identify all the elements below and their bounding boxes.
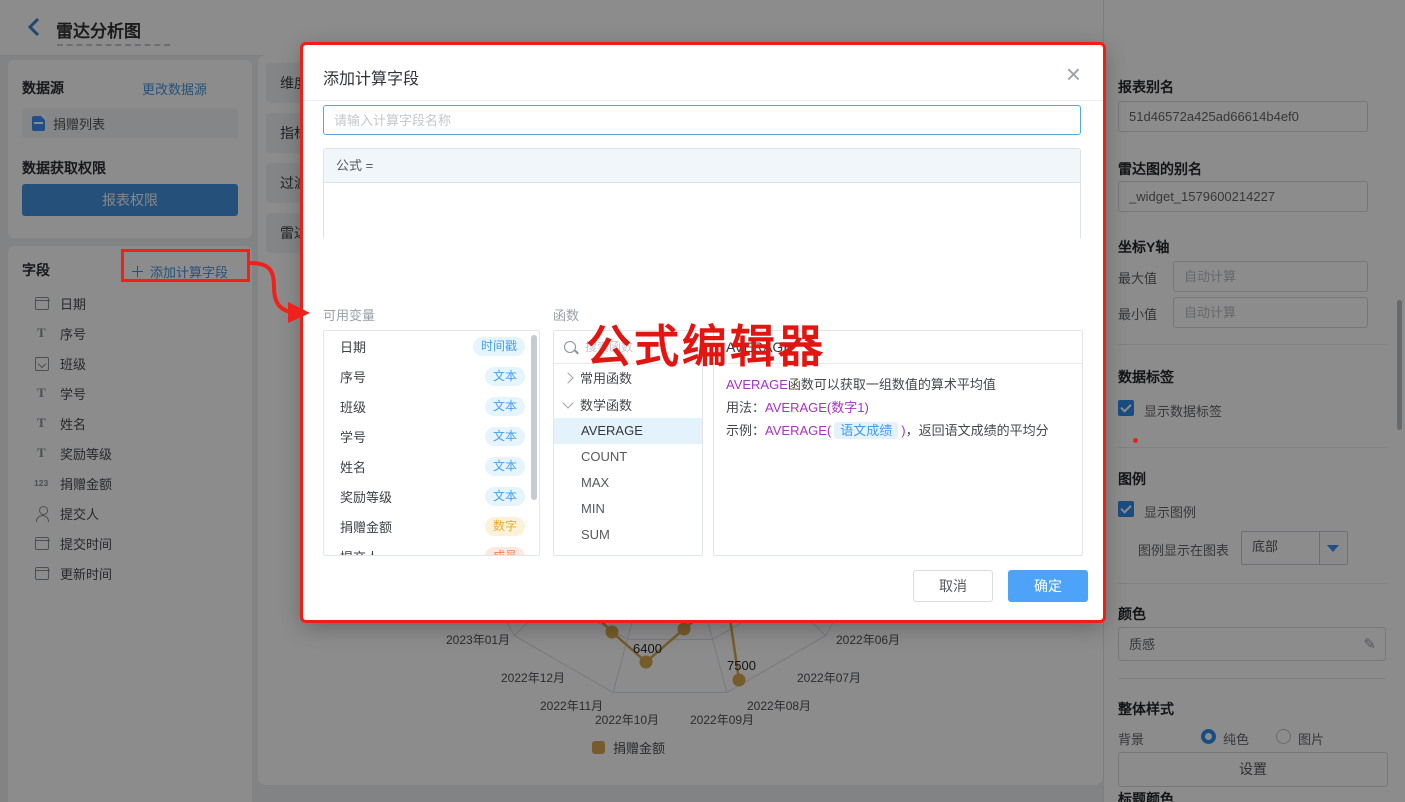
- calc-field-name-input[interactable]: [323, 105, 1081, 135]
- confirm-button[interactable]: 确定: [1008, 570, 1088, 602]
- doc-description: AVERAGE函数可以获取一组数值的算术平均值: [726, 373, 1070, 396]
- variable-item[interactable]: 奖励等级文本: [324, 481, 539, 511]
- formula-input-area[interactable]: [324, 183, 1080, 240]
- field-chip: 语文成绩: [834, 422, 898, 439]
- doc-usage: 用法：AVERAGE(数字1): [726, 396, 1070, 419]
- function-item-min[interactable]: MIN: [554, 496, 702, 522]
- annotation-dot: [1133, 438, 1138, 443]
- formula-editor: 公式 =: [323, 148, 1081, 240]
- close-icon[interactable]: ×: [1066, 59, 1081, 90]
- modal-title: 添加计算字段: [323, 65, 419, 89]
- divider: [303, 100, 1103, 101]
- chevron-right-icon: [562, 372, 573, 383]
- function-group-math[interactable]: 数学函数: [554, 391, 702, 418]
- type-badge: 文本: [485, 487, 525, 506]
- cancel-button[interactable]: 取消: [913, 570, 993, 602]
- function-item-max[interactable]: MAX: [554, 470, 702, 496]
- variable-item[interactable]: 序号文本: [324, 361, 539, 391]
- search-icon: [564, 341, 576, 353]
- variable-item[interactable]: 学号文本: [324, 421, 539, 451]
- type-badge: 时间戳: [473, 337, 525, 356]
- function-doc-body: AVERAGE函数可以获取一组数值的算术平均值 用法：AVERAGE(数字1) …: [714, 364, 1082, 451]
- functions-title: 函数: [553, 305, 579, 324]
- chevron-down-icon: [562, 397, 573, 408]
- variable-item[interactable]: 日期时间戳: [324, 331, 539, 361]
- type-badge: 成员: [485, 547, 525, 557]
- function-item-average[interactable]: AVERAGE: [554, 418, 702, 444]
- variable-item[interactable]: 班级文本: [324, 391, 539, 421]
- annotation-arrow: [246, 252, 326, 332]
- formula-label: 公式 =: [324, 149, 1080, 183]
- type-badge: 文本: [485, 427, 525, 446]
- variables-list: 日期时间戳 序号文本 班级文本 学号文本 姓名文本 奖励等级文本 捐赠金额数字 …: [323, 330, 540, 556]
- type-badge: 数字: [485, 517, 525, 536]
- doc-example: 示例：AVERAGE(语文成绩)，返回语文成绩的平均分: [726, 419, 1070, 442]
- variables-title: 可用变量: [323, 305, 375, 324]
- type-badge: 文本: [485, 367, 525, 386]
- variables-scrollbar[interactable]: [531, 335, 537, 500]
- function-item-sum[interactable]: SUM: [554, 522, 702, 548]
- app-window: 雷达分析图 保存 数据源 更改数据源 捐赠列表 数据获取权限 报表权限 字段 ＋…: [0, 0, 1405, 802]
- variable-item[interactable]: 捐赠金额数字: [324, 511, 539, 541]
- annotation-highlight-box: [121, 249, 250, 282]
- variable-item[interactable]: 姓名文本: [324, 451, 539, 481]
- variable-item[interactable]: 提交人成员: [324, 541, 539, 556]
- type-badge: 文本: [485, 457, 525, 476]
- type-badge: 文本: [485, 397, 525, 416]
- function-item-count[interactable]: COUNT: [554, 444, 702, 470]
- annotation-text: 公式编辑器: [586, 310, 826, 375]
